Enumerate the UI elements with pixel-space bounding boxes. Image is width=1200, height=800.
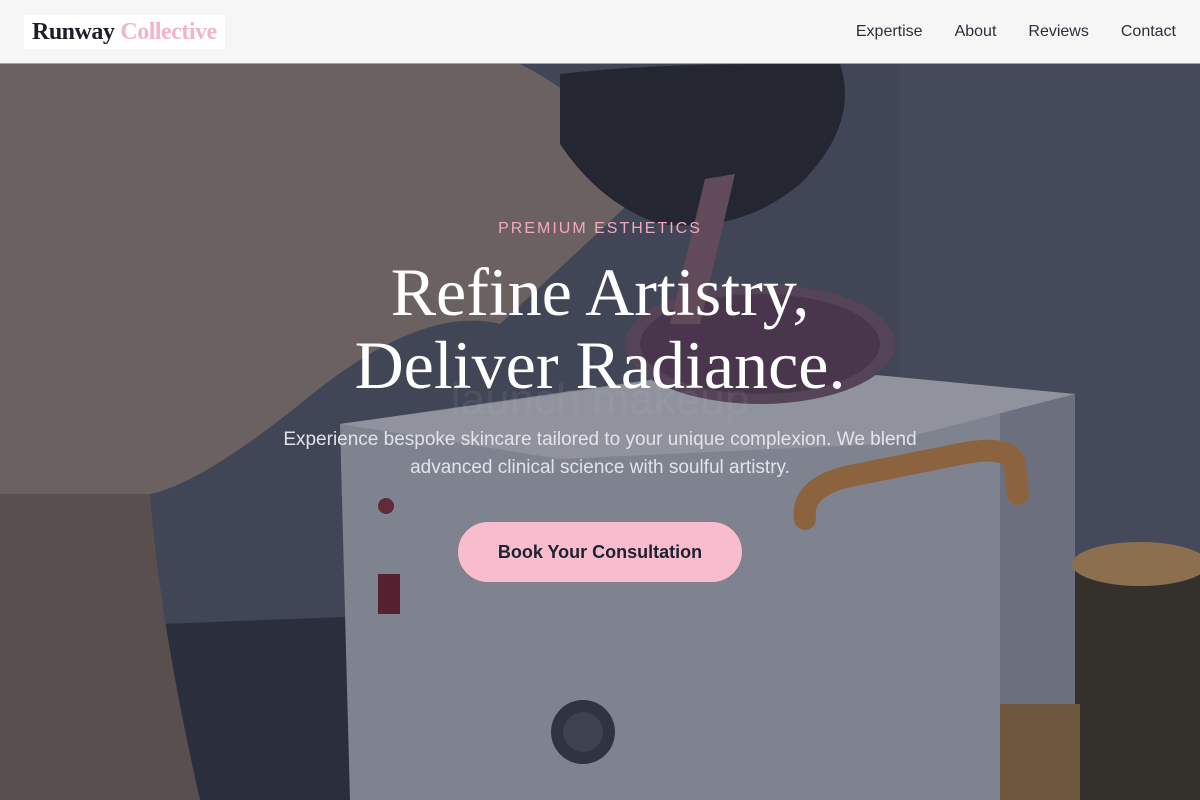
hero-headline-line-1: Refine Artistry, [390,254,810,330]
brand-name-primary: Runway [32,18,115,45]
hero-eyebrow: PREMIUM ESTHETICS [498,220,702,237]
hero-content: PREMIUM ESTHETICS Refine Artistry, Deliv… [0,64,1200,800]
nav-link-contact[interactable]: Contact [1121,23,1176,41]
hero-headline: Refine Artistry, Deliver Radiance. [0,256,1200,402]
site-header: Runway Collective Expertise About Review… [0,0,1200,64]
nav-link-about[interactable]: About [955,23,997,41]
hero-subtitle: Experience bespoke skincare tailored to … [283,429,917,478]
nav-link-expertise[interactable]: Expertise [856,23,923,41]
main-nav: Expertise About Reviews Contact [824,0,1176,64]
brand-name-accent: Collective [120,18,217,45]
nav-link-reviews[interactable]: Reviews [1028,23,1088,41]
book-consultation-button[interactable]: Book Your Consultation [458,522,742,582]
brand-logo[interactable]: Runway Collective [24,15,225,49]
hero-headline-line-2: Deliver Radiance. [354,327,846,403]
